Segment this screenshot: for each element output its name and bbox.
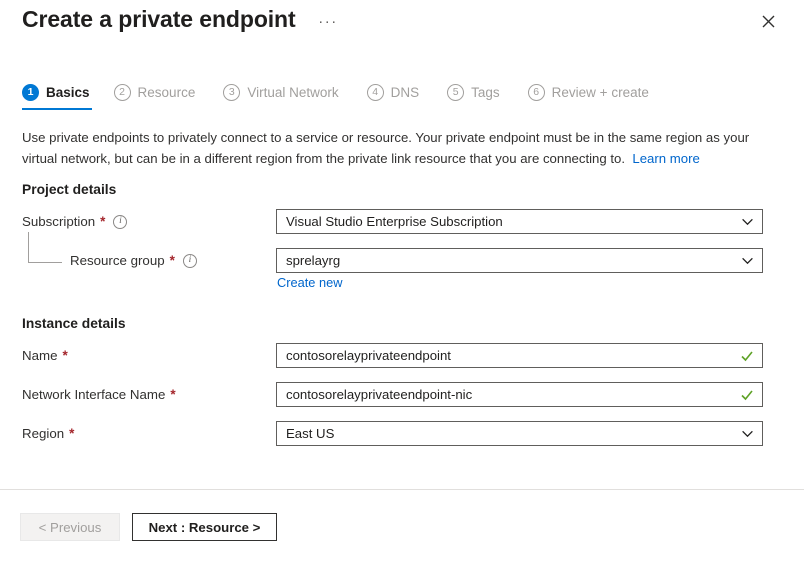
section-heading-instance-details: Instance details [22,316,126,331]
info-icon[interactable]: i [113,215,127,229]
tab-label: Virtual Network [247,85,338,100]
required-marker: * [170,253,175,268]
info-icon[interactable]: i [183,254,197,268]
required-marker: * [62,348,67,363]
tab-review-create[interactable]: 6 Review + create [528,84,663,110]
network-interface-name-label: Network Interface Name * [22,387,176,402]
chevron-down-icon [741,427,754,440]
tab-label: Resource [138,85,196,100]
tab-basics[interactable]: 1 Basics [22,84,100,110]
resource-group-value: sprelayrg [286,253,741,268]
resource-group-dropdown[interactable]: sprelayrg [276,248,763,273]
create-new-resource-group-link[interactable]: Create new [277,275,342,290]
tab-step-number: 5 [447,84,464,101]
chevron-down-icon [741,254,754,267]
tab-dns[interactable]: 4 DNS [367,84,434,110]
tab-label: DNS [391,85,420,100]
tab-virtual-network[interactable]: 3 Virtual Network [223,84,352,110]
tab-active-underline [22,108,92,111]
blade-description: Use private endpoints to privately conne… [22,127,764,169]
valid-check-icon [740,349,754,363]
resource-group-tree-connector [28,232,62,263]
blade-header: Create a private endpoint ··· [0,0,804,58]
subscription-dropdown[interactable]: Visual Studio Enterprise Subscription [276,209,763,234]
subscription-label-text: Subscription [22,214,95,229]
close-icon[interactable] [754,7,782,35]
required-marker: * [69,426,74,441]
resource-group-label: Resource group * i [70,253,197,268]
network-interface-name-label-text: Network Interface Name [22,387,165,402]
footer-divider [0,489,804,490]
more-options-icon[interactable]: ··· [315,10,341,34]
valid-check-icon [740,388,754,402]
tab-step-number: 3 [223,84,240,101]
chevron-down-icon [741,215,754,228]
subscription-label: Subscription * i [22,214,127,229]
tab-resource[interactable]: 2 Resource [114,84,210,110]
name-label: Name * [22,348,68,363]
tab-step-number: 1 [22,84,39,101]
name-input[interactable] [286,344,740,367]
next-resource-button[interactable]: Next : Resource > [132,513,277,541]
subscription-value: Visual Studio Enterprise Subscription [286,214,741,229]
create-private-endpoint-blade: Create a private endpoint ··· 1 Basics 2… [0,0,804,562]
region-label-text: Region [22,426,64,441]
previous-button[interactable]: < Previous [20,513,120,541]
resource-group-label-text: Resource group [70,253,165,268]
learn-more-link[interactable]: Learn more [632,151,699,166]
tab-step-number: 4 [367,84,384,101]
tab-step-number: 2 [114,84,131,101]
page-title: Create a private endpoint [22,6,296,33]
tab-tags[interactable]: 5 Tags [447,84,514,110]
region-value: East US [286,426,741,441]
section-heading-project-details: Project details [22,182,116,197]
name-label-text: Name [22,348,57,363]
tab-step-number: 6 [528,84,545,101]
tab-label: Review + create [552,85,649,100]
region-label: Region * [22,426,74,441]
wizard-tabs: 1 Basics 2 Resource 3 Virtual Network 4 … [22,84,677,110]
name-field[interactable] [276,343,763,368]
required-marker: * [170,387,175,402]
tab-label: Basics [46,85,90,100]
tab-label: Tags [471,85,500,100]
network-interface-name-field[interactable] [276,382,763,407]
required-marker: * [100,214,105,229]
region-dropdown[interactable]: East US [276,421,763,446]
network-interface-name-input[interactable] [286,383,740,406]
